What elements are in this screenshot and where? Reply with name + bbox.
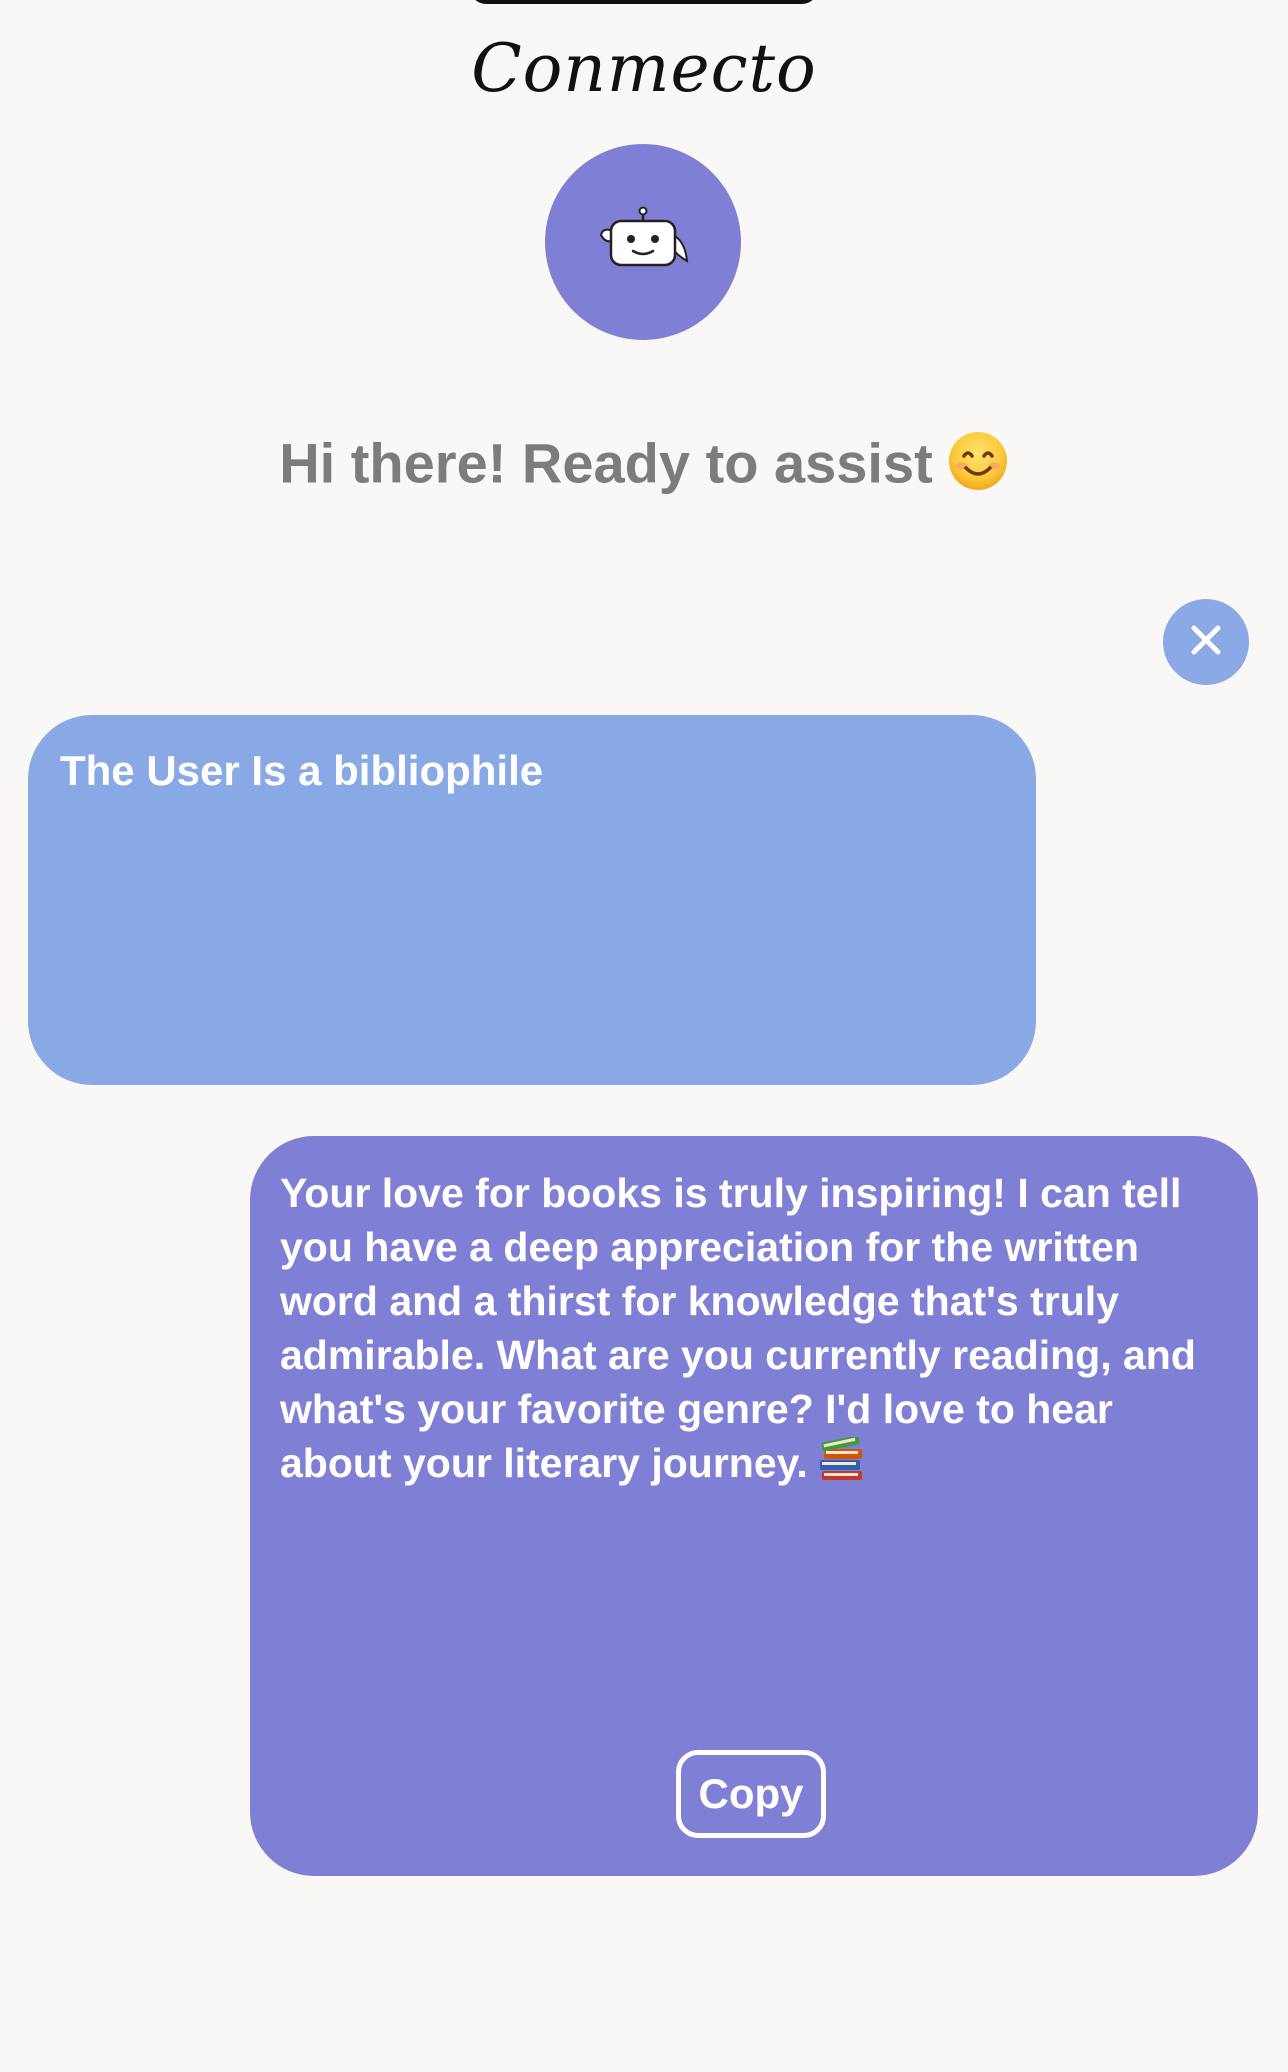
bot-message-text: Your love for books is truly inspiring! … bbox=[280, 1170, 1196, 1486]
robot-icon bbox=[595, 205, 691, 280]
close-button[interactable] bbox=[1163, 599, 1249, 685]
bot-avatar bbox=[545, 144, 741, 340]
greeting: Hi there! Ready to assist bbox=[0, 430, 1288, 505]
close-icon bbox=[1188, 622, 1224, 663]
bot-message-bubble: Your love for books is truly inspiring! … bbox=[250, 1136, 1258, 1876]
app-title: Conmecto bbox=[471, 30, 817, 107]
books-icon bbox=[818, 1435, 866, 1496]
copy-button[interactable]: Copy bbox=[676, 1750, 826, 1838]
greeting-text: Hi there! Ready to assist bbox=[279, 431, 933, 495]
bot-message: Your love for books is truly inspiring! … bbox=[280, 1166, 1228, 1496]
smiling-face-icon bbox=[947, 430, 1009, 505]
user-message-bubble: The User Is a bibliophile bbox=[28, 715, 1036, 1085]
user-message-text: The User Is a bibliophile bbox=[60, 747, 544, 794]
device-notch bbox=[470, 0, 818, 4]
